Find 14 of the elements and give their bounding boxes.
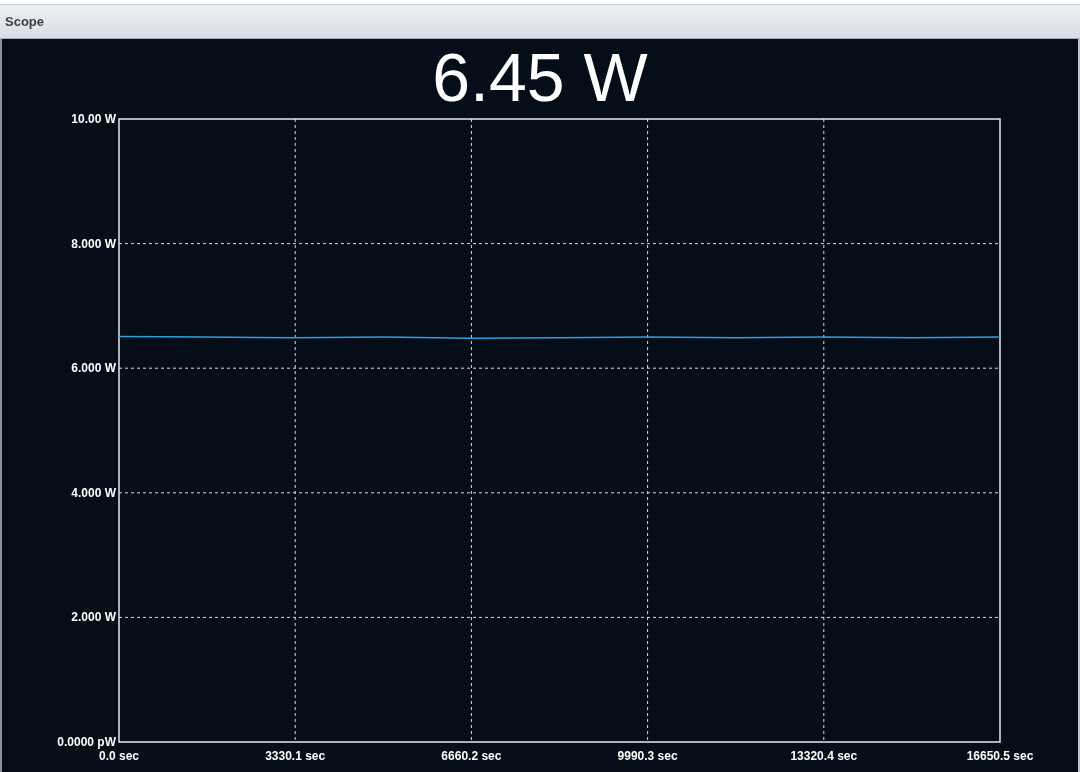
x-axis-label: 6660.2 sec xyxy=(441,749,502,763)
x-axis-label: 16650.5 sec xyxy=(966,749,1034,763)
reading-value: 6.45 W xyxy=(432,41,648,113)
y-axis-label: 2.000 W xyxy=(71,610,116,625)
y-axis-label: 0.0000 pW xyxy=(57,735,116,749)
x-axis-label: 13320.4 sec xyxy=(790,749,858,763)
window-title: Scope xyxy=(5,14,44,29)
y-axis-label: 10.00 W xyxy=(71,113,116,126)
x-axis-label: 0.0 sec xyxy=(99,749,139,763)
y-axis-label: 4.000 W xyxy=(71,485,116,500)
x-axis-label: 3330.1 sec xyxy=(265,749,326,763)
y-axis-label: 6.000 W xyxy=(71,361,116,376)
x-axis-label: 9990.3 sec xyxy=(617,749,678,763)
y-axis-label: 8.000 W xyxy=(71,236,116,251)
